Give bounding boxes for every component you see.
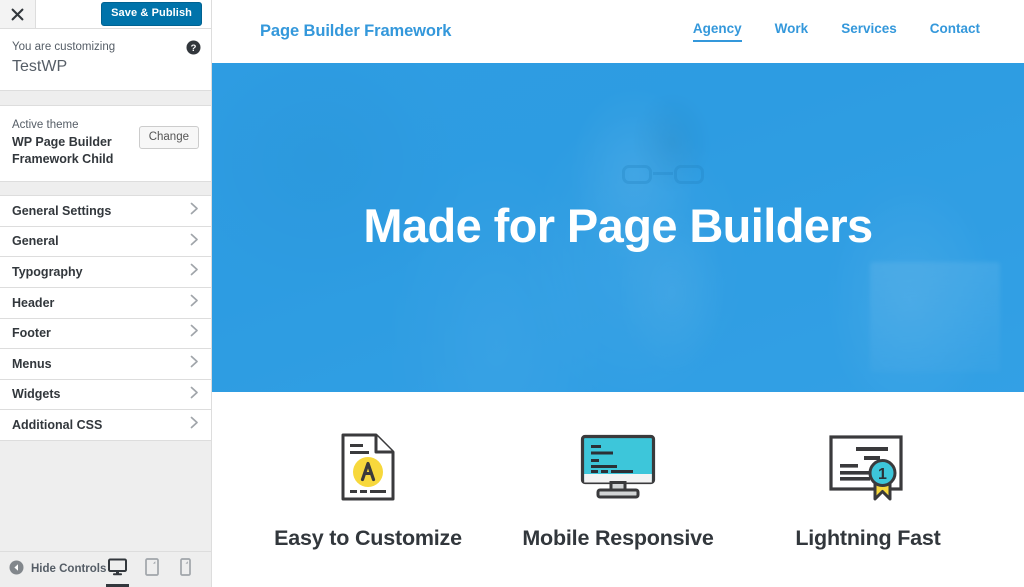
- panel-label: Menus: [12, 356, 52, 371]
- panel-label: Additional CSS: [12, 417, 103, 432]
- sidebar-spacer-mid: [0, 182, 211, 196]
- chevron-right-icon: [190, 324, 199, 342]
- panel-label: Footer: [12, 326, 51, 341]
- desktop-icon: [108, 558, 127, 581]
- site-title: TestWP: [12, 57, 68, 75]
- customizer-topbar: Save & Publish: [0, 0, 211, 29]
- customizing-info: You are customizing TestWP ?: [0, 29, 211, 91]
- hero-title: Made for Page Builders: [363, 198, 873, 252]
- svg-text:?: ?: [191, 43, 197, 54]
- feature-item-mobile-responsive: Mobile Responsive: [493, 428, 743, 552]
- change-theme-button[interactable]: Change: [138, 125, 199, 149]
- sidebar-item-menus[interactable]: Menus: [0, 349, 211, 380]
- sidebar-item-header[interactable]: Header: [0, 287, 211, 319]
- sidebar-item-footer[interactable]: Footer: [0, 318, 211, 350]
- svg-text:1: 1: [878, 466, 887, 483]
- save-button-wrap: Save & Publish: [101, 0, 211, 28]
- save-and-publish-button[interactable]: Save & Publish: [101, 2, 202, 26]
- mobile-icon: [180, 558, 191, 581]
- nav-item-agency[interactable]: Agency: [692, 22, 742, 42]
- hero-content: Made for Page Builders: [212, 63, 1024, 392]
- active-theme-section: Active theme WP Page Builder Framework C…: [0, 104, 211, 183]
- panel-label: General: [12, 234, 59, 249]
- document-page-icon: [340, 428, 396, 506]
- sidebar-item-widgets[interactable]: Widgets: [0, 379, 211, 411]
- certificate-award-icon: 1: [828, 428, 908, 506]
- active-theme-label: Active theme: [12, 118, 79, 131]
- mobile-preview-button[interactable]: [175, 557, 196, 582]
- feature-item-lightning-fast: 1 Lightning Fast: [743, 428, 993, 552]
- chevron-right-icon: [190, 386, 199, 404]
- collapse-left-icon: [9, 560, 24, 580]
- chevron-right-icon: [190, 416, 199, 434]
- sidebar-item-general[interactable]: General: [0, 226, 211, 258]
- panel-label: General Settings: [12, 203, 112, 218]
- nav-item-work[interactable]: Work: [775, 22, 809, 41]
- help-circle-icon[interactable]: ?: [186, 40, 201, 55]
- feature-item-easy-to-customize: Easy to Customize: [243, 428, 493, 552]
- feature-title: Mobile Responsive: [522, 526, 714, 550]
- sidebar-item-general-settings[interactable]: General Settings: [0, 196, 211, 227]
- customizer-bottom-bar: Hide Controls: [0, 551, 211, 587]
- desktop-monitor-icon: [580, 428, 656, 506]
- active-theme-text: Active theme WP Page Builder Framework C…: [12, 117, 127, 168]
- chevron-right-icon: [190, 294, 199, 312]
- chevron-right-icon: [190, 202, 199, 220]
- panel-label: Typography: [12, 264, 83, 279]
- customizing-label: You are customizing: [12, 41, 116, 53]
- sidebar-item-additional-css[interactable]: Additional CSS: [0, 410, 211, 441]
- tablet-icon: [144, 558, 159, 581]
- chevron-right-icon: [190, 263, 199, 281]
- feature-title: Lightning Fast: [795, 526, 941, 550]
- features-section: Easy to Customize Mobile Responsive 1 Li…: [212, 392, 1024, 552]
- nav-item-contact[interactable]: Contact: [930, 22, 980, 41]
- site-brand-link[interactable]: Page Builder Framework: [260, 23, 451, 40]
- nav-item-services[interactable]: Services: [841, 22, 897, 41]
- tablet-preview-button[interactable]: [141, 557, 162, 582]
- sidebar-item-typography[interactable]: Typography: [0, 257, 211, 288]
- hero-section: Made for Page Builders: [212, 63, 1024, 392]
- customizer-sidebar: Save & Publish You are customizing TestW…: [0, 0, 212, 587]
- device-preview-switcher: [106, 557, 203, 587]
- site-preview-frame: Page Builder Framework Agency Work Servi…: [212, 0, 1024, 587]
- close-icon[interactable]: [0, 0, 36, 28]
- site-primary-nav: Agency Work Services Contact: [692, 22, 995, 42]
- customizer-app: Save & Publish You are customizing TestW…: [0, 0, 1024, 587]
- sidebar-spacer-top: [0, 90, 211, 105]
- desktop-preview-button[interactable]: [106, 557, 129, 587]
- active-theme-name: WP Page Builder Framework Child: [12, 135, 114, 167]
- chevron-right-icon: [190, 355, 199, 373]
- hide-controls-button[interactable]: Hide Controls: [9, 560, 106, 580]
- sidebar-empty-area: [0, 440, 211, 551]
- panel-label: Header: [12, 295, 55, 310]
- panel-label: Widgets: [12, 387, 61, 402]
- customizer-panel-list: General Settings General Typography Head…: [0, 195, 211, 441]
- chevron-right-icon: [190, 233, 199, 251]
- feature-title: Easy to Customize: [274, 526, 462, 550]
- site-header: Page Builder Framework Agency Work Servi…: [212, 0, 1024, 63]
- hide-controls-label: Hide Controls: [31, 562, 107, 575]
